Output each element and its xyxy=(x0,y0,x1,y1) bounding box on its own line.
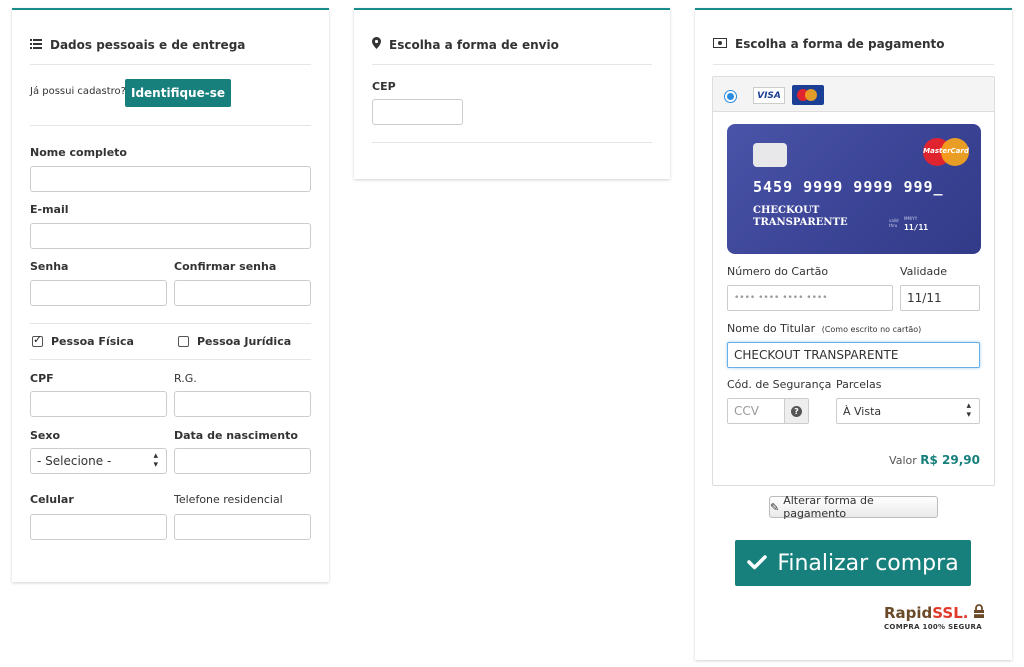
card-mmyy-label: MM/YY xyxy=(904,216,918,221)
sexo-label: Sexo xyxy=(30,429,61,442)
finalizar-compra-button[interactable]: Finalizar compra xyxy=(735,540,971,586)
parcelas-label: Parcelas xyxy=(836,378,882,391)
ssl-text: SSL. xyxy=(932,604,969,622)
rg-label: R.G. xyxy=(174,372,197,385)
card-valid-label: valid thru xyxy=(889,218,899,228)
seguranca-label: Cód. de Segurança xyxy=(727,378,832,391)
question-icon: ? xyxy=(791,405,802,417)
money-icon xyxy=(713,37,727,51)
titular-hint: (Como escrito no cartão) xyxy=(821,325,922,334)
celular-label: Celular xyxy=(30,493,74,506)
pencil-icon: ✎ xyxy=(770,500,780,514)
personal-title-text: Dados pessoais e de entrega xyxy=(50,38,246,52)
rapidssl-badge: RapidSSL. COMPRA 100% SEGURA xyxy=(884,604,990,631)
sexo-value: - Selecione - xyxy=(37,454,112,468)
sexo-select[interactable]: - Selecione - ▴ ▾ xyxy=(30,448,167,474)
payment-box: VISA MasterCard 5459 9999 9999 999_ CHEC… xyxy=(712,76,995,486)
nome-input[interactable] xyxy=(30,166,311,192)
credit-card-radio[interactable] xyxy=(725,91,736,102)
valor-row: Valor R$ 29,90 xyxy=(889,453,980,467)
identifique-button[interactable]: Identifique-se xyxy=(125,79,231,107)
list-icon xyxy=(30,38,42,52)
numero-label: Número do Cartão xyxy=(727,265,829,278)
nome-label: Nome completo xyxy=(30,146,127,159)
rg-input[interactable] xyxy=(174,391,311,417)
rapid-text: Rapid xyxy=(884,604,933,622)
email-label: E-mail xyxy=(30,203,69,216)
personal-panel: Dados pessoais e de entrega Já possui ca… xyxy=(12,8,329,582)
pessoa-fisica-checkbox[interactable]: Pessoa Física xyxy=(32,333,134,348)
cpf-input[interactable] xyxy=(30,391,167,417)
ja-possui-label: Já possui cadastro? xyxy=(30,86,126,97)
valor-amount: R$ 29,90 xyxy=(920,453,980,467)
senha-input[interactable] xyxy=(30,280,167,306)
card-number-display: 5459 9999 9999 999_ xyxy=(753,178,944,196)
checkbox-checked-icon xyxy=(32,333,43,347)
ccv-placeholder: CCV xyxy=(734,404,759,418)
celular-input[interactable] xyxy=(30,514,167,540)
mastercard-logo-icon xyxy=(792,85,824,105)
personal-title: Dados pessoais e de entrega xyxy=(30,38,245,52)
nascimento-label: Data de nascimento xyxy=(174,429,298,442)
checkmark-icon xyxy=(747,551,768,576)
numero-input[interactable]: •••• •••• •••• •••• xyxy=(727,285,893,311)
validade-input[interactable]: 11/11 xyxy=(900,285,980,311)
email-input[interactable] xyxy=(30,223,311,249)
card-mastercard-icon: MasterCard xyxy=(923,138,969,168)
parcelas-value: À Vista xyxy=(843,404,882,418)
alterar-pagamento-button[interactable]: ✎ Alterar forma de pagamento xyxy=(769,494,938,520)
parcelas-select[interactable]: À Vista ▴ ▾ xyxy=(836,398,980,424)
select-arrows-icon: ▴ ▾ xyxy=(153,451,158,470)
pessoa-juridica-checkbox[interactable]: Pessoa Jurídica xyxy=(178,335,291,348)
cep-label: CEP xyxy=(372,80,396,93)
valor-label: Valor xyxy=(889,454,917,467)
compra-segura-text: COMPRA 100% SEGURA xyxy=(884,623,982,631)
cep-input[interactable] xyxy=(372,99,463,125)
pessoa-juridica-label: Pessoa Jurídica xyxy=(197,335,292,348)
confirmar-input[interactable] xyxy=(174,280,311,306)
payment-method-tabs: VISA xyxy=(713,77,994,112)
cpf-label: CPF xyxy=(30,372,54,385)
visa-logo: VISA xyxy=(753,87,785,104)
senha-label: Senha xyxy=(30,260,69,273)
card-exp-display: 11/11 xyxy=(904,223,929,232)
validade-value: 11/11 xyxy=(907,291,942,305)
alterar-label: Alterar forma de pagamento xyxy=(783,494,874,520)
shipping-title-text: Escolha a forma de envio xyxy=(389,37,559,52)
numero-placeholder: •••• •••• •••• •••• xyxy=(734,293,828,303)
checkbox-unchecked-icon xyxy=(178,336,189,347)
payment-title: Escolha a forma de pagamento xyxy=(713,37,945,51)
card-holder-display: CHECKOUT TRANSPARENTE xyxy=(753,205,848,228)
card-chip-icon xyxy=(753,143,787,167)
payment-title-text: Escolha a forma de pagamento xyxy=(735,37,945,51)
nascimento-input[interactable] xyxy=(174,448,311,474)
titular-input[interactable]: CHECKOUT TRANSPARENTE xyxy=(727,342,980,368)
titular-label: Nome do Titular (Como escrito no cartão) xyxy=(727,322,922,335)
lock-icon xyxy=(973,604,985,622)
validade-label: Validade xyxy=(900,265,947,278)
ccv-input[interactable]: CCV ? xyxy=(727,398,809,424)
pessoa-fisica-label: Pessoa Física xyxy=(51,335,134,348)
telefone-label: Telefone residencial xyxy=(174,493,283,506)
confirmar-label: Confirmar senha xyxy=(174,260,277,273)
shipping-title: Escolha a forma de envio xyxy=(372,37,559,52)
credit-card-preview: MasterCard 5459 9999 9999 999_ CHECKOUT … xyxy=(727,124,981,254)
map-marker-icon xyxy=(372,37,381,52)
ccv-help-button[interactable]: ? xyxy=(784,399,808,423)
finalizar-label: Finalizar compra xyxy=(777,550,959,576)
titular-value: CHECKOUT TRANSPARENTE xyxy=(734,348,899,362)
select-arrows-icon: ▴ ▾ xyxy=(966,401,971,420)
telefone-input[interactable] xyxy=(174,514,311,540)
shipping-panel: Escolha a forma de envio CEP xyxy=(354,8,670,179)
